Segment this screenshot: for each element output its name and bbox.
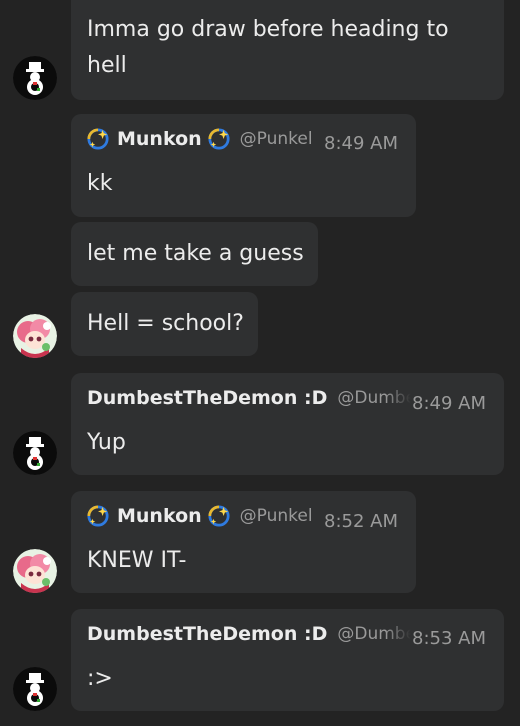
author-handle: @Punkel — [239, 506, 313, 526]
snowman-avatar-icon — [13, 431, 57, 475]
message-bubble[interactable]: Hell = school? — [71, 292, 258, 356]
message-text: KNEW IT- — [87, 548, 187, 573]
sparkle-icon — [208, 128, 230, 150]
message-bubble[interactable]: Munkon @Punkel 8:52 AM KNEW IT- — [71, 491, 416, 593]
message-bubble[interactable]: DumbestTheDemon :D @Dumbe 8:53 AM :> — [71, 609, 504, 711]
author-handle: @Punkel — [239, 129, 313, 149]
user-avatar-dumbest[interactable] — [13, 431, 57, 475]
sparkle-icon — [87, 505, 109, 527]
snowman-avatar-icon — [13, 667, 57, 711]
anime-avatar-icon — [13, 314, 57, 358]
message-bubble[interactable]: let me take a guess — [71, 222, 318, 286]
user-avatar-munkon[interactable] — [13, 549, 57, 593]
message-bubble[interactable]: DumbestTheDemon :D @Dumbe 8:49 AM Yup — [71, 373, 504, 475]
author-name[interactable]: DumbestTheDemon :D — [87, 623, 327, 645]
snowman-avatar-icon — [13, 56, 57, 100]
message-header: Munkon @Punkel — [87, 126, 313, 152]
message-timestamp: 8:53 AM — [412, 628, 486, 649]
author-name[interactable]: DumbestTheDemon :D — [87, 387, 327, 409]
message-text: Yup — [87, 430, 126, 455]
user-avatar-munkon[interactable] — [13, 314, 57, 358]
message-header: DumbestTheDemon :D @Dumbe — [87, 621, 411, 647]
user-avatar-dumbest[interactable] — [13, 667, 57, 711]
sparkle-icon — [87, 128, 109, 150]
message-header: Munkon @Punkel — [87, 503, 313, 529]
message-text: kk — [87, 171, 113, 196]
message-text: Imma go draw before heading to — [87, 17, 449, 42]
author-handle: @Dumbe — [337, 624, 412, 644]
user-avatar-dumbest[interactable] — [13, 56, 57, 100]
message-text: hell — [87, 53, 127, 78]
sparkle-icon — [208, 505, 230, 527]
message-timestamp: 8:49 AM — [324, 133, 398, 154]
message-timestamp: 8:49 AM — [412, 393, 486, 414]
message-bubble[interactable]: Munkon @Punkel 8:49 AM kk — [71, 114, 416, 217]
anime-avatar-icon — [13, 549, 57, 593]
message-header: DumbestTheDemon :D @Dumbe — [87, 385, 411, 411]
message-bubble[interactable]: Imma go draw before heading to hell — [71, 0, 504, 100]
author-name[interactable]: Munkon — [117, 128, 202, 150]
message-text: :> — [87, 666, 113, 691]
message-timestamp: 8:52 AM — [324, 511, 398, 532]
author-handle: @Dumbe — [337, 388, 412, 408]
message-text: let me take a guess — [87, 241, 304, 266]
message-text: Hell = school? — [87, 311, 244, 336]
author-name[interactable]: Munkon — [117, 505, 202, 527]
